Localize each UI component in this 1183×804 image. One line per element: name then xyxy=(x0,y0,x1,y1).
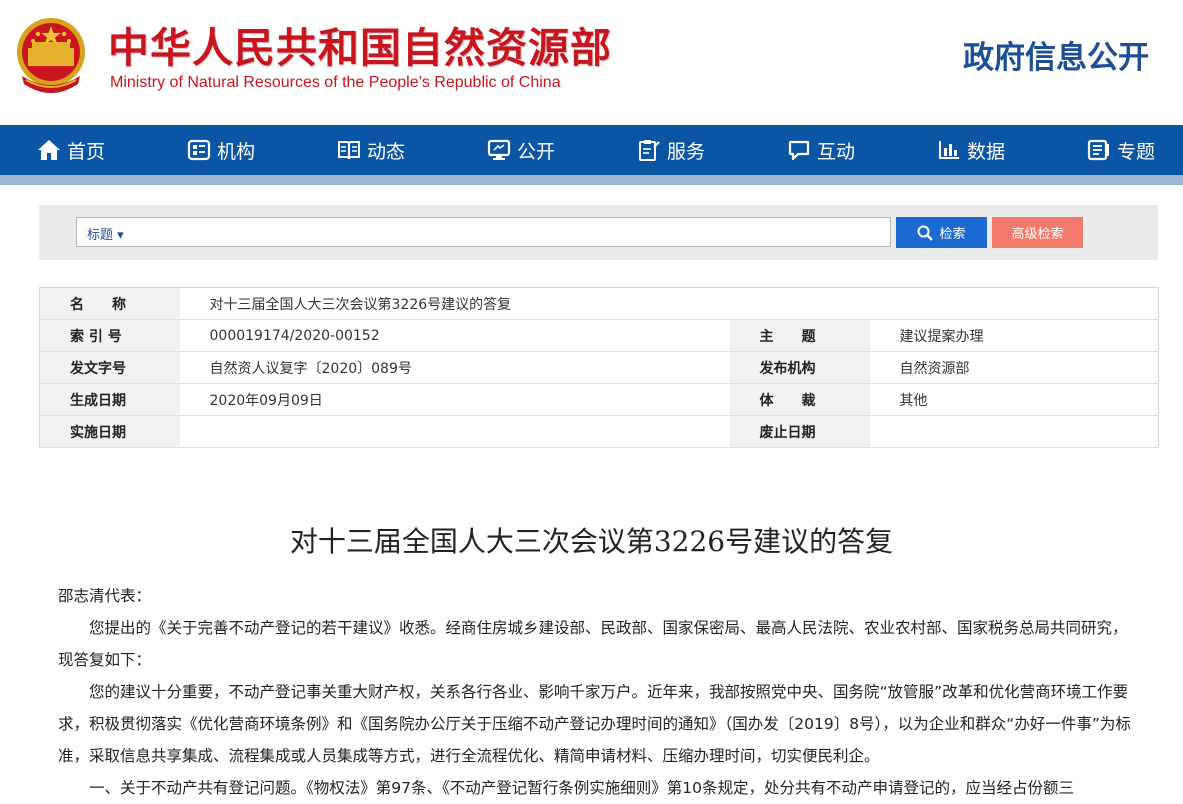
nav-item-label: 首页 xyxy=(67,140,106,163)
nav-item-org[interactable]: 机构 xyxy=(187,125,255,175)
document-paragraph: 一、关于不动产共有登记问题。《物权法》第97条、《不动产登记暂行条例实施细则》第… xyxy=(89,779,1074,797)
meta-value-date: 2020年09月09日 xyxy=(179,383,730,416)
meta-value-subject: 建议提案办理 xyxy=(869,319,1159,352)
advanced-search-button[interactable]: 高级检索 xyxy=(992,217,1083,248)
nav-item-topic[interactable]: 专题 xyxy=(1087,125,1155,175)
document-paragraph: 您提出的《关于完善不动产登记的若干建议》收悉。经商住房城乡建设部、民政部、国家保… xyxy=(58,619,1128,669)
topic-icon xyxy=(1087,139,1109,161)
meta-key-genre: 体 裁 xyxy=(729,383,870,416)
chat-icon xyxy=(788,140,810,161)
nav-item-data[interactable]: 数据 xyxy=(937,125,1005,175)
meta-row-date: 生成日期 2020年09月09日 体 裁 其他 xyxy=(39,383,1159,416)
meta-key-abolish: 废止日期 xyxy=(729,415,870,448)
meta-key-issuer: 发布机构 xyxy=(729,351,870,384)
meta-key-impl: 实施日期 xyxy=(39,415,180,448)
nav-item-label: 公开 xyxy=(517,140,556,163)
nav-item-label: 互动 xyxy=(817,140,856,163)
org-icon xyxy=(187,139,211,161)
nav-divider xyxy=(0,175,1183,185)
nav-item-interact[interactable]: 互动 xyxy=(787,125,855,175)
meta-key-docno: 发文字号 xyxy=(39,351,180,384)
document-title: 对十三届全国人大三次会议第3226号建议的答复 xyxy=(289,525,894,558)
site-subtitle-english: Ministry of Natural Resources of the Peo… xyxy=(110,74,561,91)
bar-chart-icon xyxy=(939,141,959,159)
main-nav: 首页 机构 动态 公开 服务 互动 数据 专题 xyxy=(0,125,1183,175)
document-meta-table: 名 称 对十三届全国人大三次会议第3226号建议的答复 索 引 号 000019… xyxy=(39,287,1160,448)
nav-item-label: 动态 xyxy=(367,140,406,163)
meta-row-index: 索 引 号 000019174/2020-00152 主 题 建议提案办理 xyxy=(39,319,1159,352)
service-icon xyxy=(639,140,660,161)
meta-row-name: 名 称 对十三届全国人大三次会议第3226号建议的答复 xyxy=(39,287,1159,320)
nav-item-label: 服务 xyxy=(667,140,706,163)
news-icon xyxy=(338,141,360,160)
nav-item-home[interactable]: 首页 xyxy=(37,125,105,175)
nav-item-label: 专题 xyxy=(1117,140,1156,163)
meta-key-name: 名 称 xyxy=(39,287,180,320)
search-button-label: 检索 xyxy=(939,226,966,241)
nav-item-news[interactable]: 动态 xyxy=(337,125,405,175)
document-salutation: 邵志清代表： xyxy=(58,587,152,605)
meta-row-impl: 实施日期 废止日期 xyxy=(39,415,1159,448)
meta-value-name: 对十三届全国人大三次会议第3226号建议的答复 xyxy=(179,287,1159,320)
meta-key-subject: 主 题 xyxy=(729,319,870,352)
search-icon xyxy=(917,225,934,241)
search-button[interactable]: 检索 xyxy=(896,217,987,248)
meta-value-genre: 其他 xyxy=(869,383,1159,416)
monitor-icon xyxy=(487,139,511,160)
meta-key-index: 索 引 号 xyxy=(39,319,180,352)
document-paragraph: 您的建议十分重要，不动产登记事关重大财产权，关系各行各业、影响千家万户。近年来，… xyxy=(58,683,1131,765)
site-header: 中华人民共和国自然资源部 Ministry of Natural Resourc… xyxy=(0,0,1183,125)
site-title: 中华人民共和国自然资源部 xyxy=(108,24,612,72)
nav-item-public[interactable]: 公开 xyxy=(487,125,555,175)
meta-value-docno: 自然资人议复字〔2020〕089号 xyxy=(179,351,730,384)
home-icon xyxy=(38,140,60,160)
gov-info-open-title: 政府信息公开 xyxy=(963,40,1149,76)
meta-value-index: 000019174/2020-00152 xyxy=(179,319,730,352)
nav-item-label: 机构 xyxy=(217,140,256,163)
meta-key-date: 生成日期 xyxy=(39,383,180,416)
document-body: 邵志清代表： 您提出的《关于完善不动产登记的若干建议》收悉。经商住房城乡建设部、… xyxy=(58,580,1136,804)
nav-item-label: 数据 xyxy=(967,140,1006,163)
meta-value-impl xyxy=(179,415,730,448)
search-box: 标题 ▾ xyxy=(76,217,891,247)
nav-item-service[interactable]: 服务 xyxy=(637,125,705,175)
search-input[interactable] xyxy=(137,221,881,245)
search-type-dropdown[interactable]: 标题 ▾ xyxy=(87,224,124,243)
meta-row-docno: 发文字号 自然资人议复字〔2020〕089号 发布机构 自然资源部 xyxy=(39,351,1159,384)
meta-value-issuer: 自然资源部 xyxy=(869,351,1159,384)
national-emblem-icon xyxy=(17,18,85,93)
meta-value-abolish xyxy=(869,415,1159,448)
search-panel: 标题 ▾ 检索 高级检索 xyxy=(39,205,1158,260)
